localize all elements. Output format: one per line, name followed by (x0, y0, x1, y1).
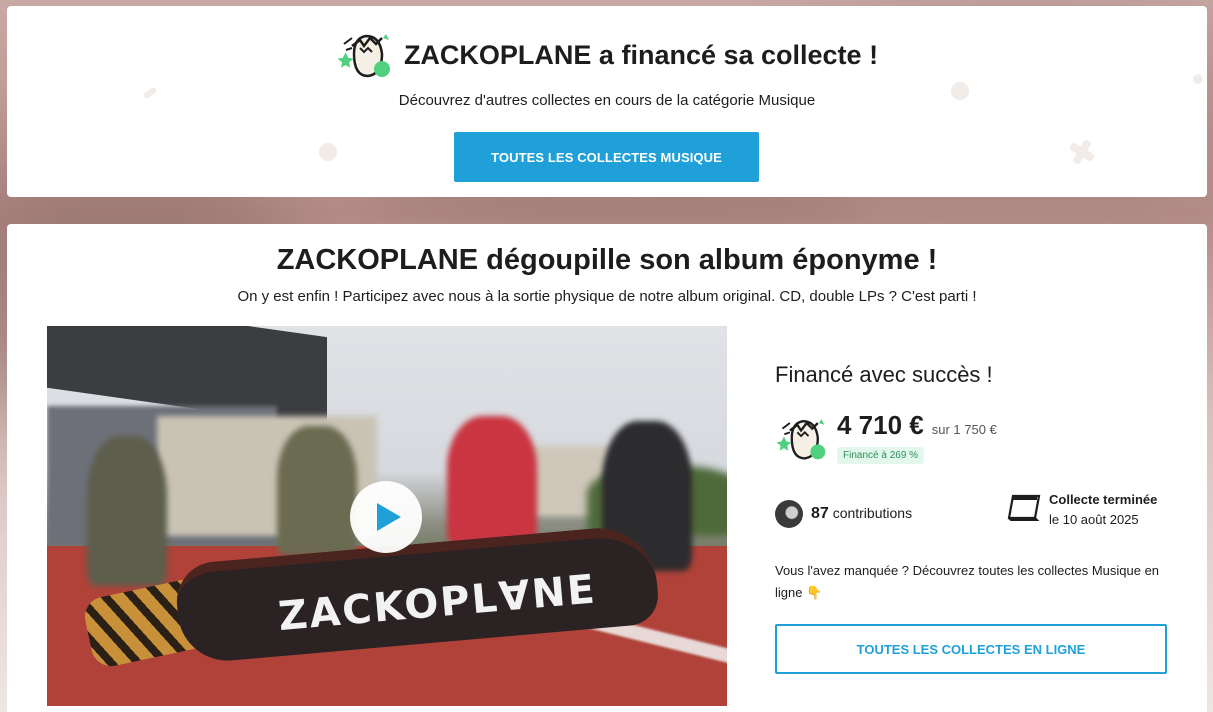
play-icon (377, 503, 401, 531)
all-music-collects-button[interactable]: TOUTES LES COLLECTES MUSIQUE (454, 132, 759, 182)
project-card: ZACKOPLANE dégoupille son album éponyme … (7, 224, 1207, 712)
hatched-egg-icon (336, 24, 394, 87)
funding-amount: 4 710 € (837, 410, 924, 440)
funding-panel: Financé avec succès ! 4 710 € sur 1 750 … (775, 224, 1175, 712)
avatar (775, 500, 803, 528)
missed-text: Vous l'avez manquée ? Découvrez toutes l… (775, 563, 1160, 600)
contributions-label: contributions (832, 505, 913, 521)
funding-amount-block: 4 710 € sur 1 750 € Financé à 269 % (837, 410, 997, 464)
ended-title: Collecte terminée (1049, 492, 1158, 507)
band-member (447, 416, 537, 546)
funding-amount-row: 4 710 € sur 1 750 € Financé à 269 % (775, 410, 997, 469)
success-banner: ZACKOPLANE a financé sa collecte ! Décou… (7, 6, 1207, 197)
band-member (277, 426, 357, 556)
collect-ended: Collecte terminée le 10 août 2025 (1007, 492, 1157, 527)
band-member (87, 436, 167, 586)
project-video[interactable]: ZACKOPL∀NE (47, 326, 727, 706)
calendar-icon (1007, 492, 1041, 527)
play-button[interactable] (350, 481, 422, 553)
banner-heading: ZACKOPLANE a financé sa collecte ! (7, 24, 1207, 87)
banner-title: ZACKOPLANE a financé sa collecte ! (403, 40, 879, 70)
ended-date: le 10 août 2025 (1049, 512, 1139, 527)
contributions: 87 contributions (775, 500, 912, 528)
confetti-dot (319, 143, 337, 161)
hatched-egg-icon (775, 410, 829, 469)
contributions-count: 87 (811, 505, 829, 522)
all-online-collects-button[interactable]: TOUTES LES COLLECTES EN LIGNE (775, 624, 1167, 674)
funding-percent-badge: Financé à 269 % (837, 447, 925, 464)
funding-goal: sur 1 750 € (931, 422, 997, 437)
guitar-logo-text: ZACKOPL∀NE (276, 566, 599, 641)
funding-status: Financé avec succès ! (775, 362, 993, 387)
banner-subtitle: Découvrez d'autres collectes en cours de… (398, 92, 816, 109)
